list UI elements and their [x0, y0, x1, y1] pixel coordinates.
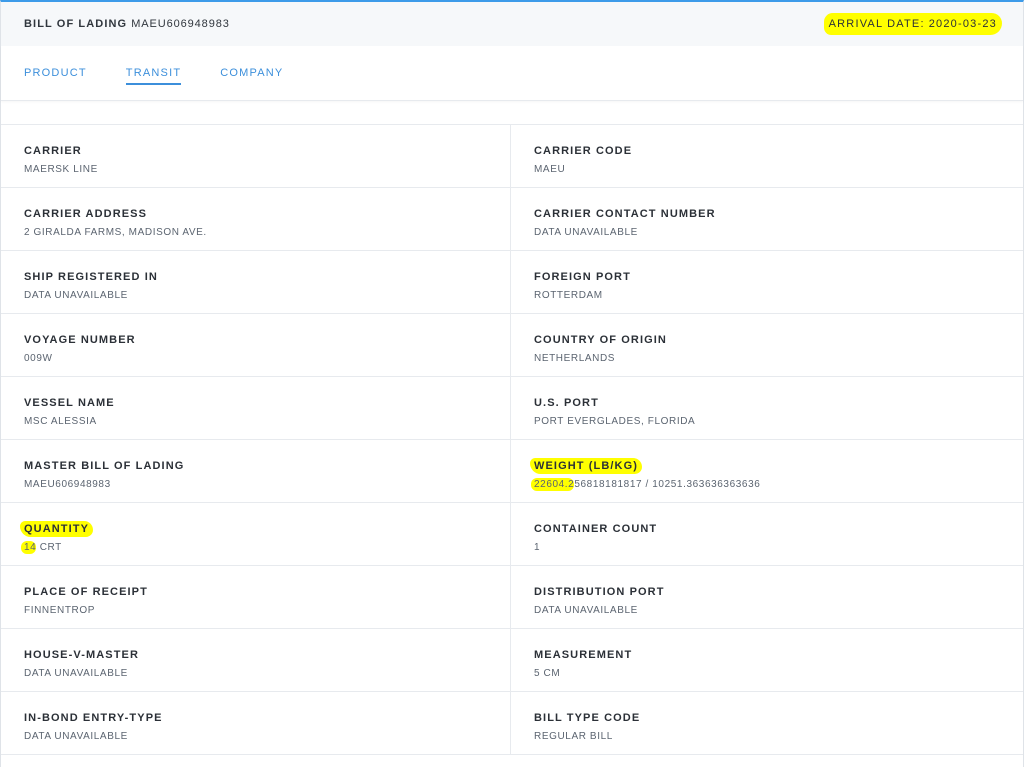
- field-value: 009W: [24, 353, 53, 364]
- field-bill-type-code: BILL TYPE CODE REGULAR BILL: [511, 692, 1023, 755]
- field-value: DATA UNAVAILABLE: [24, 668, 128, 679]
- field-value: 5 CM: [534, 668, 561, 679]
- bol-label: BILL OF LADING: [24, 18, 128, 30]
- section-spacer: [1, 101, 1023, 125]
- arrival-date: ARRIVAL DATE: 2020-03-23: [823, 13, 1002, 35]
- field-master-bill-of-lading: MASTER BILL OF LADING MAEU606948983: [1, 440, 511, 503]
- field-value: DATA UNAVAILABLE: [534, 227, 638, 238]
- field-value: REGULAR BILL: [534, 731, 613, 742]
- field-value: 1: [534, 542, 541, 553]
- field-label: VESSEL NAME: [24, 397, 115, 409]
- field-value: PORT EVERGLADES, FLORIDA: [534, 416, 696, 427]
- tab-company[interactable]: COMPANY: [220, 67, 283, 83]
- field-value: MAEU606948983: [24, 479, 111, 490]
- field-carrier-contact-number: CARRIER CONTACT NUMBER DATA UNAVAILABLE: [511, 188, 1023, 251]
- field-value: FINNENTROP: [24, 605, 95, 616]
- tab-product[interactable]: PRODUCT: [24, 67, 87, 83]
- field-label: CONTAINER COUNT: [534, 523, 658, 535]
- field-label: U.S. PORT: [534, 397, 599, 409]
- field-label: DISTRIBUTION PORT: [534, 586, 665, 598]
- tab-transit[interactable]: TRANSIT: [125, 67, 182, 85]
- field-value: 14 CRT: [21, 541, 487, 554]
- field-foreign-port: FOREIGN PORT ROTTERDAM: [511, 251, 1023, 314]
- field-carrier-code: CARRIER CODE MAEU: [511, 125, 1023, 188]
- field-container-count: CONTAINER COUNT 1: [511, 503, 1023, 566]
- field-value: ROTTERDAM: [534, 290, 603, 301]
- transit-details-grid: CARRIER MAERSK LINE CARRIER CODE MAEU CA…: [1, 125, 1023, 755]
- field-label: CARRIER ADDRESS: [24, 208, 148, 220]
- field-house-v-master: HOUSE-V-MASTER DATA UNAVAILABLE: [1, 629, 511, 692]
- field-label: MASTER BILL OF LADING: [24, 460, 185, 472]
- field-in-bond-entry-type: IN-BOND ENTRY-TYPE DATA UNAVAILABLE: [1, 692, 511, 755]
- field-label: CARRIER: [24, 145, 82, 157]
- field-country-of-origin: COUNTRY OF ORIGIN NETHERLANDS: [511, 314, 1023, 377]
- field-value: DATA UNAVAILABLE: [534, 605, 638, 616]
- field-weight: WEIGHT (LB/KG) 22604.256818181817 / 1025…: [511, 440, 1023, 503]
- field-value: DATA UNAVAILABLE: [24, 731, 128, 742]
- quantity-value-highlight: 14: [21, 541, 37, 554]
- bill-of-lading-panel: BILL OF LADING MAEU606948983 ARRIVAL DATE…: [0, 0, 1024, 767]
- field-label: QUANTITY: [20, 521, 94, 537]
- field-label: VOYAGE NUMBER: [24, 334, 136, 346]
- field-value: MSC ALESSIA: [24, 416, 97, 427]
- field-us-port: U.S. PORT PORT EVERGLADES, FLORIDA: [511, 377, 1023, 440]
- field-label: COUNTRY OF ORIGIN: [534, 334, 667, 346]
- field-value: MAERSK LINE: [24, 164, 98, 175]
- panel-header: BILL OF LADING MAEU606948983 ARRIVAL DATE…: [1, 2, 1023, 46]
- field-label: SHIP REGISTERED IN: [24, 271, 158, 283]
- field-label: CARRIER CONTACT NUMBER: [534, 208, 716, 220]
- field-value: MAEU: [534, 164, 566, 175]
- bol-number: MAEU606948983: [131, 18, 230, 30]
- field-label: WEIGHT (LB/KG): [530, 458, 642, 474]
- field-value: 22604.256818181817 / 10251.363636363636: [531, 478, 1000, 491]
- field-label: PLACE OF RECEIPT: [24, 586, 148, 598]
- field-quantity: QUANTITY 14 CRT: [1, 503, 511, 566]
- field-place-of-receipt: PLACE OF RECEIPT FINNENTROP: [1, 566, 511, 629]
- field-label: HOUSE-V-MASTER: [24, 649, 140, 661]
- field-label: MEASUREMENT: [534, 649, 633, 661]
- field-voyage-number: VOYAGE NUMBER 009W: [1, 314, 511, 377]
- arrival-label: ARRIVAL DATE:: [828, 18, 925, 30]
- field-value: DATA UNAVAILABLE: [24, 290, 128, 301]
- field-value: 2 GIRALDA FARMS, MADISON AVE.: [24, 227, 207, 238]
- weight-value-rest: 56818181817 / 10251.363636363636: [574, 479, 761, 490]
- field-ship-registered-in: SHIP REGISTERED IN DATA UNAVAILABLE: [1, 251, 511, 314]
- field-label: BILL TYPE CODE: [534, 712, 641, 724]
- field-carrier: CARRIER MAERSK LINE: [1, 125, 511, 188]
- field-label: IN-BOND ENTRY-TYPE: [24, 712, 163, 724]
- quantity-value-rest: CRT: [39, 542, 62, 553]
- tab-bar: PRODUCT TRANSIT COMPANY: [1, 46, 1023, 101]
- field-label: FOREIGN PORT: [534, 271, 631, 283]
- field-label: CARRIER CODE: [534, 145, 633, 157]
- field-measurement: MEASUREMENT 5 CM: [511, 629, 1023, 692]
- arrival-value: 2020-03-23: [928, 18, 997, 30]
- field-vessel-name: VESSEL NAME MSC ALESSIA: [1, 377, 511, 440]
- field-distribution-port: DISTRIBUTION PORT DATA UNAVAILABLE: [511, 566, 1023, 629]
- bol-title: BILL OF LADING MAEU606948983: [24, 18, 230, 30]
- field-value: NETHERLANDS: [534, 353, 616, 364]
- weight-value-highlight: 22604.2: [531, 478, 575, 491]
- field-carrier-address: CARRIER ADDRESS 2 GIRALDA FARMS, MADISON…: [1, 188, 511, 251]
